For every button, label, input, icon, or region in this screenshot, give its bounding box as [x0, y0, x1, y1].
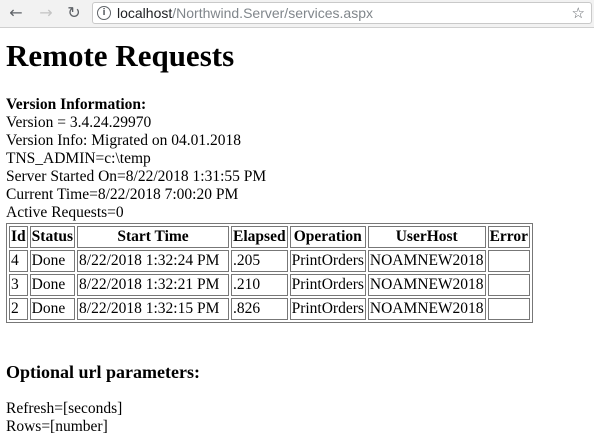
cell-error	[487, 250, 531, 272]
cell-operation: PrintOrders	[289, 250, 366, 272]
cell-start-time: 8/22/2018 1:32:15 PM	[77, 298, 230, 320]
version-line: Version = 3.4.24.29970	[6, 114, 152, 131]
table-row: 3 Done 8/22/2018 1:32:21 PM .210 PrintOr…	[9, 274, 531, 296]
column-header-id: Id	[9, 226, 28, 248]
param-refresh: Refresh=[seconds]	[6, 400, 123, 417]
url-path: /Northwind.Server/services.aspx	[172, 5, 374, 21]
address-bar[interactable]: i localhost/Northwind.Server/services.as…	[92, 2, 592, 24]
cell-id: 3	[9, 274, 28, 296]
column-header-error: Error	[487, 226, 531, 248]
cell-userhost: NOAMNEW2018	[367, 274, 486, 296]
reload-button[interactable]: ↻	[64, 3, 84, 23]
star-icon[interactable]: ☆	[572, 3, 585, 23]
back-button[interactable]: ←	[6, 3, 26, 23]
url-text[interactable]: localhost/Northwind.Server/services.aspx	[117, 4, 373, 23]
column-header-status: Status	[29, 226, 76, 248]
cell-error	[487, 298, 531, 320]
requests-table: Id Status Start Time Elapsed Operation U…	[6, 223, 534, 323]
active-requests-line: Active Requests=0	[6, 204, 124, 221]
column-header-elapsed: Elapsed	[231, 226, 288, 248]
cell-operation: PrintOrders	[289, 274, 366, 296]
cell-userhost: NOAMNEW2018	[367, 250, 486, 272]
table-row: 4 Done 8/22/2018 1:32:24 PM .205 PrintOr…	[9, 250, 531, 272]
column-header-operation: Operation	[289, 226, 366, 248]
cell-elapsed: .205	[231, 250, 288, 272]
current-time-line: Current Time=8/22/2018 7:00:20 PM	[6, 186, 239, 203]
arrow-left-icon: ←	[9, 3, 23, 22]
table-header-row: Id Status Start Time Elapsed Operation U…	[9, 226, 531, 248]
cell-elapsed: .210	[231, 274, 288, 296]
cell-start-time: 8/22/2018 1:32:21 PM	[77, 274, 230, 296]
cell-error	[487, 274, 531, 296]
cell-id: 4	[9, 250, 28, 272]
server-started-line: Server Started On=8/22/2018 1:31:55 PM	[6, 168, 267, 185]
arrow-right-icon: →	[39, 3, 53, 22]
browser-toolbar: ← → ↻ i localhost/Northwind.Server/servi…	[0, 0, 594, 28]
reload-icon: ↻	[67, 3, 81, 22]
tns-admin-line: TNS_ADMIN=c:\temp	[6, 150, 151, 167]
column-header-start-time: Start Time	[77, 226, 230, 248]
param-rows: Rows=[number]	[6, 418, 108, 435]
cell-elapsed: .826	[231, 298, 288, 320]
forward-button[interactable]: →	[36, 3, 56, 23]
column-header-userhost: UserHost	[367, 226, 486, 248]
url-parameters: Refresh=[seconds] Rows=[number]	[6, 400, 122, 436]
table-row: 2 Done 8/22/2018 1:32:15 PM .826 PrintOr…	[9, 298, 531, 320]
params-heading: Optional url parameters:	[6, 362, 200, 382]
page-title: Remote Requests	[6, 38, 235, 73]
cell-id: 2	[9, 298, 28, 320]
cell-status: Done	[29, 250, 76, 272]
version-info-line: Version Info: Migrated on 04.01.2018	[6, 132, 242, 149]
cell-status: Done	[29, 274, 76, 296]
cell-operation: PrintOrders	[289, 298, 366, 320]
version-info: Version Information: Version = 3.4.24.29…	[6, 96, 586, 222]
cell-userhost: NOAMNEW2018	[367, 298, 486, 320]
cell-status: Done	[29, 298, 76, 320]
url-host: localhost	[117, 5, 173, 21]
cell-start-time: 8/22/2018 1:32:24 PM	[77, 250, 230, 272]
info-icon[interactable]: i	[97, 6, 111, 20]
version-heading: Version Information:	[6, 96, 147, 113]
